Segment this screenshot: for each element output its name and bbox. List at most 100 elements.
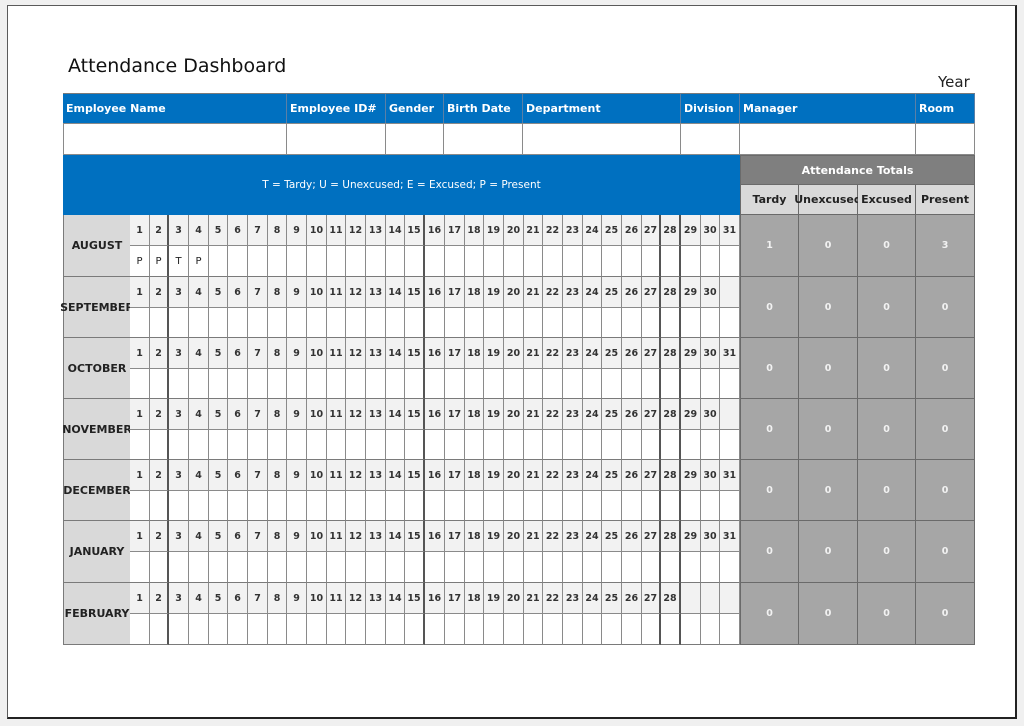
day-attendance-cell[interactable] — [268, 430, 287, 460]
day-attendance-cell[interactable] — [386, 552, 405, 583]
day-attendance-cell[interactable] — [405, 491, 425, 521]
day-attendance-cell[interactable] — [327, 308, 346, 338]
day-attendance-cell[interactable] — [228, 308, 248, 338]
day-attendance-cell[interactable] — [327, 552, 346, 583]
day-attendance-cell[interactable] — [504, 308, 524, 338]
day-attendance-cell[interactable] — [602, 614, 622, 645]
day-attendance-cell[interactable] — [150, 430, 169, 460]
day-attendance-cell[interactable] — [150, 308, 169, 338]
day-attendance-cell[interactable] — [386, 246, 405, 277]
day-attendance-cell[interactable] — [583, 491, 602, 521]
day-attendance-cell[interactable] — [425, 491, 445, 521]
day-attendance-cell[interactable] — [720, 614, 740, 645]
day-attendance-cell[interactable] — [504, 369, 524, 399]
day-attendance-cell[interactable] — [209, 308, 228, 338]
day-attendance-cell[interactable] — [465, 246, 484, 277]
day-attendance-cell[interactable] — [701, 430, 720, 460]
day-attendance-cell[interactable]: P — [150, 246, 169, 277]
day-attendance-cell[interactable] — [445, 491, 465, 521]
day-attendance-cell[interactable] — [248, 308, 268, 338]
day-attendance-cell[interactable] — [268, 369, 287, 399]
day-attendance-cell[interactable] — [642, 491, 661, 521]
day-attendance-cell[interactable] — [189, 552, 209, 583]
day-attendance-cell[interactable] — [169, 430, 189, 460]
day-attendance-cell[interactable] — [169, 552, 189, 583]
day-attendance-cell[interactable] — [642, 430, 661, 460]
day-attendance-cell[interactable] — [720, 369, 740, 399]
day-attendance-cell[interactable] — [583, 308, 602, 338]
day-attendance-cell[interactable] — [484, 552, 504, 583]
day-attendance-cell[interactable] — [524, 369, 543, 399]
day-attendance-cell[interactable] — [209, 614, 228, 645]
day-attendance-cell[interactable] — [622, 308, 642, 338]
day-attendance-cell[interactable] — [327, 430, 346, 460]
employee-id-field[interactable] — [287, 123, 386, 155]
day-attendance-cell[interactable] — [661, 552, 681, 583]
day-attendance-cell[interactable] — [681, 491, 701, 521]
day-attendance-cell[interactable] — [209, 246, 228, 277]
day-attendance-cell[interactable] — [602, 430, 622, 460]
day-attendance-cell[interactable] — [346, 246, 366, 277]
day-attendance-cell[interactable] — [701, 614, 720, 645]
day-attendance-cell[interactable] — [209, 491, 228, 521]
department-field[interactable] — [523, 123, 681, 155]
day-attendance-cell[interactable] — [405, 430, 425, 460]
day-attendance-cell[interactable] — [484, 246, 504, 277]
day-attendance-cell[interactable] — [642, 552, 661, 583]
day-attendance-cell[interactable] — [169, 614, 189, 645]
day-attendance-cell[interactable] — [425, 430, 445, 460]
day-attendance-cell[interactable] — [720, 308, 740, 338]
day-attendance-cell[interactable] — [248, 246, 268, 277]
day-attendance-cell[interactable] — [209, 369, 228, 399]
day-attendance-cell[interactable] — [720, 430, 740, 460]
day-attendance-cell[interactable] — [661, 491, 681, 521]
day-attendance-cell[interactable] — [524, 552, 543, 583]
day-attendance-cell[interactable] — [681, 308, 701, 338]
day-attendance-cell[interactable] — [248, 552, 268, 583]
day-attendance-cell[interactable] — [681, 430, 701, 460]
day-attendance-cell[interactable] — [346, 430, 366, 460]
day-attendance-cell[interactable] — [563, 491, 583, 521]
day-attendance-cell[interactable] — [583, 430, 602, 460]
day-attendance-cell[interactable] — [583, 552, 602, 583]
day-attendance-cell[interactable] — [681, 552, 701, 583]
day-attendance-cell[interactable] — [720, 246, 740, 277]
day-attendance-cell[interactable] — [642, 308, 661, 338]
day-attendance-cell[interactable] — [543, 246, 563, 277]
day-attendance-cell[interactable] — [504, 430, 524, 460]
day-attendance-cell[interactable] — [307, 246, 327, 277]
day-attendance-cell[interactable] — [150, 614, 169, 645]
gender-field[interactable] — [386, 123, 444, 155]
day-attendance-cell[interactable] — [130, 308, 150, 338]
day-attendance-cell[interactable] — [130, 491, 150, 521]
day-attendance-cell[interactable] — [602, 552, 622, 583]
day-attendance-cell[interactable] — [268, 308, 287, 338]
day-attendance-cell[interactable] — [681, 614, 701, 645]
day-attendance-cell[interactable] — [405, 246, 425, 277]
day-attendance-cell[interactable] — [661, 308, 681, 338]
day-attendance-cell[interactable] — [602, 308, 622, 338]
day-attendance-cell[interactable] — [681, 246, 701, 277]
day-attendance-cell[interactable] — [563, 614, 583, 645]
day-attendance-cell[interactable] — [327, 369, 346, 399]
day-attendance-cell[interactable] — [484, 369, 504, 399]
day-attendance-cell[interactable] — [307, 369, 327, 399]
day-attendance-cell[interactable] — [307, 491, 327, 521]
employee-name-field[interactable] — [63, 123, 287, 155]
day-attendance-cell[interactable] — [563, 430, 583, 460]
day-attendance-cell[interactable] — [701, 246, 720, 277]
day-attendance-cell[interactable] — [543, 430, 563, 460]
day-attendance-cell[interactable] — [445, 614, 465, 645]
day-attendance-cell[interactable] — [465, 614, 484, 645]
day-attendance-cell[interactable] — [130, 614, 150, 645]
day-attendance-cell[interactable] — [366, 491, 386, 521]
day-attendance-cell[interactable] — [327, 614, 346, 645]
year-label[interactable]: Year — [938, 73, 970, 91]
day-attendance-cell[interactable] — [583, 246, 602, 277]
day-attendance-cell[interactable] — [287, 369, 307, 399]
day-attendance-cell[interactable] — [484, 308, 504, 338]
day-attendance-cell[interactable] — [504, 614, 524, 645]
day-attendance-cell[interactable] — [346, 491, 366, 521]
day-attendance-cell[interactable] — [307, 614, 327, 645]
day-attendance-cell[interactable] — [524, 614, 543, 645]
